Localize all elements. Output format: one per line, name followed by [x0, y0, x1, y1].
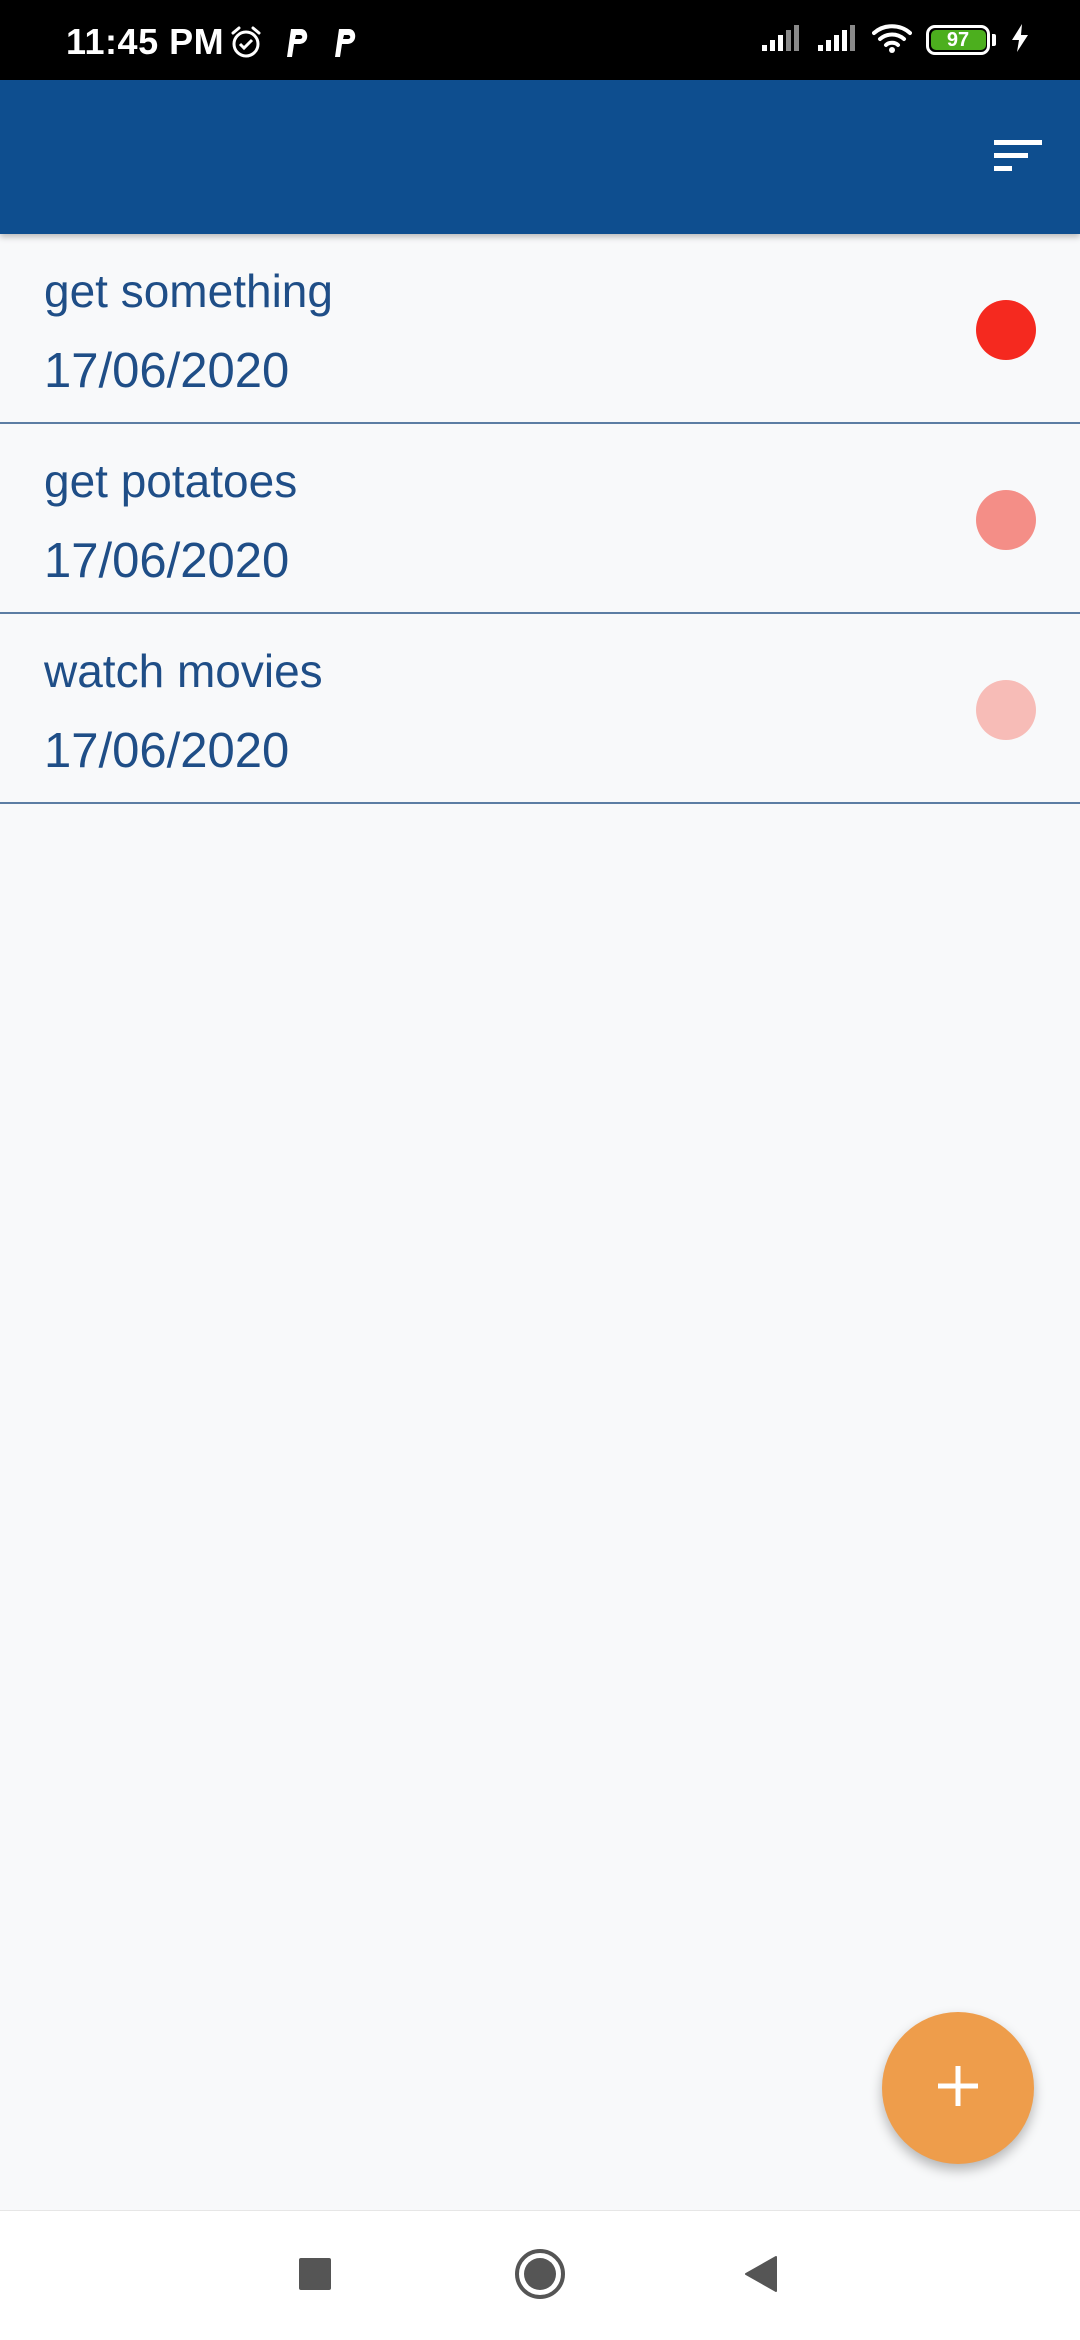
plus-icon	[936, 2064, 980, 2113]
status-time: 11:45 PM	[66, 21, 225, 62]
signal-icon	[760, 23, 802, 58]
battery-level: 97	[946, 29, 970, 51]
task-row[interactable]: get something 17/06/2020	[0, 234, 1080, 424]
task-row[interactable]: get potatoes 17/06/2020	[0, 424, 1080, 614]
app-bar	[0, 80, 1080, 234]
task-date: 17/06/2020	[44, 534, 290, 588]
charging-icon	[1010, 23, 1030, 58]
priority-indicator	[976, 300, 1036, 360]
recents-square-icon	[298, 2257, 332, 2296]
parking-icon	[330, 25, 360, 59]
task-title: get potatoes	[44, 455, 298, 507]
priority-indicator	[976, 680, 1036, 740]
battery-icon: 97	[926, 25, 996, 55]
home-circle-icon	[513, 2247, 567, 2306]
home-button[interactable]	[505, 2241, 575, 2311]
app-screen: 11:45 PM 97 get something 17/06/2020 get…	[0, 0, 1080, 2340]
nav-bar	[0, 2210, 1080, 2340]
status-right-icons: 97	[760, 20, 1030, 60]
task-list: get something 17/06/2020 get potatoes 17…	[0, 234, 1080, 804]
back-triangle-icon	[742, 2254, 782, 2299]
sort-button[interactable]	[980, 120, 1056, 196]
status-left-icons	[228, 22, 360, 62]
alarm-icon	[228, 24, 264, 60]
parking-icon	[282, 25, 312, 59]
task-row[interactable]: watch movies 17/06/2020	[0, 614, 1080, 804]
add-task-button[interactable]	[882, 2012, 1034, 2164]
task-title: watch movies	[44, 645, 323, 697]
sort-icon	[992, 136, 1044, 181]
task-date: 17/06/2020	[44, 724, 290, 778]
task-title: get something	[44, 265, 333, 317]
status-bar: 11:45 PM 97	[0, 0, 1080, 80]
signal-icon	[816, 23, 858, 58]
wifi-icon	[872, 22, 912, 59]
recents-button[interactable]	[280, 2241, 350, 2311]
priority-indicator	[976, 490, 1036, 550]
back-button[interactable]	[727, 2241, 797, 2311]
task-date: 17/06/2020	[44, 344, 290, 398]
